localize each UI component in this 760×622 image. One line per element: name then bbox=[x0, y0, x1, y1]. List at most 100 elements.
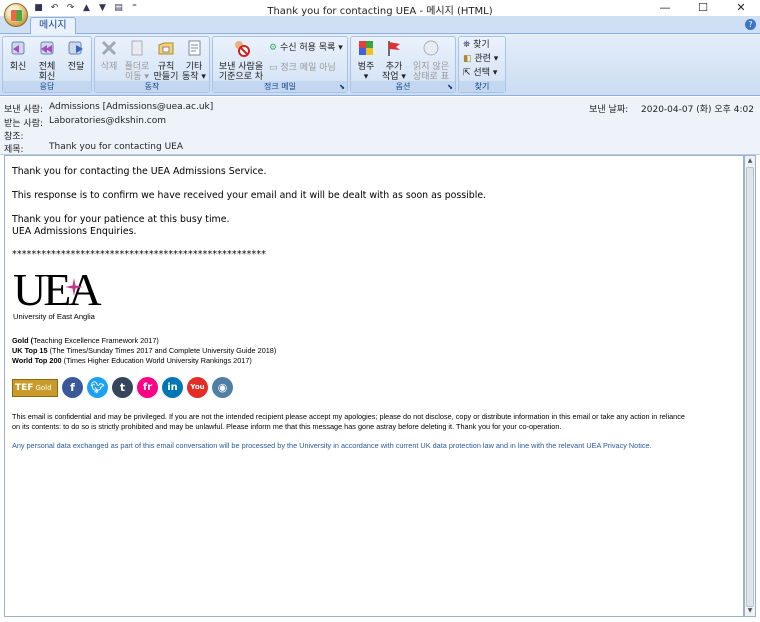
message-body[interactable]: Thank you for contacting the UEA Admissi… bbox=[4, 155, 744, 617]
select-cursor-icon: ⇱ bbox=[463, 68, 471, 78]
body-line-2: This response is to confirm we have rece… bbox=[12, 190, 487, 201]
move-folder-icon bbox=[131, 40, 143, 56]
related-button[interactable]: ◧ 관련 ▾ bbox=[463, 54, 498, 65]
maximize-button[interactable]: ☐ bbox=[684, 0, 722, 16]
body-line-1: Thank you for contacting the UEA Admissi… bbox=[12, 166, 267, 177]
ribbon-tab-bar: 메시지 ? bbox=[0, 16, 760, 34]
disclaimer-line-2: on its contents: to do so is strictly pr… bbox=[12, 422, 562, 431]
group-junk-label: 정크 메일 bbox=[213, 81, 347, 92]
move-to-folder-button[interactable]: 폴더로 이동 ▾ bbox=[123, 39, 151, 82]
office-logo-icon bbox=[11, 10, 22, 21]
forward-button[interactable]: 전달 bbox=[63, 39, 89, 72]
from-label: 보낸 사람: bbox=[4, 105, 44, 115]
sent-value: 2020-04-07 (화) 오후 4:02 bbox=[641, 105, 754, 115]
follow-up-button[interactable]: 추가 작업 ▾ bbox=[381, 39, 407, 82]
help-icon[interactable]: ? bbox=[745, 19, 756, 30]
scroll-thumb[interactable] bbox=[746, 167, 754, 607]
twitter-icon[interactable]: 🐦︎ bbox=[87, 377, 108, 398]
sent-label: 보낸 날짜: bbox=[589, 105, 629, 115]
related-label: 관련 ▾ bbox=[474, 54, 499, 64]
award-uk-rest: (The Times/Sunday Times 2017 and Complet… bbox=[47, 346, 277, 355]
instagram-icon[interactable]: ◉ bbox=[212, 377, 233, 398]
award-world: World Top 200 (Times Higher Education Wo… bbox=[12, 356, 252, 365]
group-options: 범주 ▾ 추가 작업 ▾ 읽지 않은 상태로 표시 옵션 ⬊ bbox=[350, 36, 456, 93]
award-uk: UK Top 15 (The Times/Sunday Times 2017 a… bbox=[12, 346, 276, 355]
group-respond: 회신 전체 회신 전달 응답 bbox=[2, 36, 92, 93]
body-line-4: UEA Admissions Enquiries. bbox=[12, 226, 137, 237]
body-line-3: Thank you for your patience at this busy… bbox=[12, 214, 230, 225]
forward-icon bbox=[68, 41, 83, 55]
not-junk-button[interactable]: ▭ 정크 메일 아님 bbox=[269, 63, 336, 74]
tumblr-icon[interactable]: t bbox=[112, 377, 133, 398]
reply-icon bbox=[11, 41, 25, 55]
options-dialog-launcher-icon[interactable]: ⬊ bbox=[447, 83, 453, 91]
categorize-button[interactable]: 범주 ▾ bbox=[353, 39, 379, 82]
close-button[interactable]: ✕ bbox=[722, 0, 760, 16]
separator-stars: ****************************************… bbox=[12, 249, 267, 260]
award-gold-bold: Gold ( bbox=[12, 336, 34, 345]
delete-label: 삭제 bbox=[100, 62, 118, 72]
tab-message[interactable]: 메시지 bbox=[30, 17, 76, 34]
unread-label-1: 읽지 않은 bbox=[413, 62, 449, 72]
privacy-notice: Any personal data exchanged as part of t… bbox=[12, 441, 652, 450]
group-actions: 삭제 폴더로 이동 ▾ 규칙 만들기 기타 동작 ▾ 동작 bbox=[94, 36, 210, 93]
social-links: TEF Gold f 🐦︎ t fr in You ◉ bbox=[12, 377, 233, 398]
create-rule-button[interactable]: 규칙 만들기 bbox=[153, 39, 179, 82]
delete-icon bbox=[101, 40, 117, 56]
safe-list-icon: ⚙ bbox=[269, 43, 278, 53]
select-button[interactable]: ⇱ 선택 ▾ bbox=[463, 68, 497, 79]
group-find: ⛯ 찾기 ◧ 관련 ▾ ⇱ 선택 ▾ 찾기 bbox=[458, 36, 506, 93]
disclaimer-line-1: This email is confidential and may be pr… bbox=[12, 412, 685, 421]
follow-up-label-1: 추가 bbox=[385, 62, 403, 72]
youtube-icon[interactable]: You bbox=[187, 377, 208, 398]
junk-dialog-launcher-icon[interactable]: ⬊ bbox=[339, 83, 345, 91]
group-respond-label: 응답 bbox=[3, 81, 91, 92]
related-icon: ◧ bbox=[463, 54, 472, 64]
minimize-button[interactable]: — bbox=[646, 0, 684, 16]
to-value[interactable]: Laboratories@dkshin.com bbox=[49, 116, 166, 126]
reply-button[interactable]: 회신 bbox=[5, 39, 31, 72]
categorize-label-1: 범주 bbox=[357, 62, 375, 72]
reply-label: 회신 bbox=[9, 62, 27, 72]
other-actions-icon bbox=[188, 40, 201, 56]
from-value[interactable]: Admissions [Admissions@uea.ac.uk] bbox=[49, 102, 213, 112]
group-options-label: 옵션 bbox=[351, 81, 455, 92]
group-junk: 보낸 사람을 기준으로 차단 ⚙ 수신 허용 목록 ▾ ▭ 정크 메일 아님 정… bbox=[212, 36, 348, 93]
mark-unread-icon bbox=[423, 40, 439, 56]
award-world-bold: World Top 200 bbox=[12, 356, 62, 365]
safe-list-button[interactable]: ⚙ 수신 허용 목록 ▾ bbox=[269, 43, 343, 54]
flickr-icon[interactable]: fr bbox=[137, 377, 158, 398]
facebook-icon[interactable]: f bbox=[62, 377, 83, 398]
subject-label: 제목: bbox=[4, 145, 24, 155]
not-junk-label: 정크 메일 아님 bbox=[280, 63, 336, 73]
tef-gold-label: Gold bbox=[35, 383, 52, 392]
vertical-scrollbar[interactable]: ▲ ▼ bbox=[744, 155, 756, 617]
title-bar: ■ ↶ ↷ ▲ ▼ ▤ ⁼ Thank you for contacting U… bbox=[0, 0, 760, 17]
linkedin-icon[interactable]: in bbox=[162, 377, 183, 398]
ribbon: 회신 전체 회신 전달 응답 삭제 폴더로 이동 ▾ 규칙 만들기 기타 동작 … bbox=[0, 34, 760, 96]
office-button[interactable] bbox=[4, 3, 28, 27]
categorize-icon bbox=[359, 41, 373, 55]
award-uk-bold: UK Top 15 bbox=[12, 346, 48, 355]
reply-all-icon bbox=[40, 41, 54, 55]
group-find-label: 찾기 bbox=[459, 81, 505, 92]
safe-list-label: 수신 허용 목록 ▾ bbox=[279, 43, 343, 53]
find-button[interactable]: ⛯ 찾기 bbox=[463, 40, 490, 51]
block-sender-icon bbox=[235, 41, 250, 57]
award-gold-rest: Teaching Excellence Framework 2017) bbox=[33, 336, 159, 345]
to-label: 받는 사람: bbox=[4, 119, 44, 129]
cc-label: 참조: bbox=[4, 132, 24, 142]
group-actions-label: 동작 bbox=[95, 81, 209, 92]
sent-date: 보낸 날짜: 2020-04-07 (화) 오후 4:02 bbox=[589, 102, 754, 115]
rules-label-1: 규칙 bbox=[157, 62, 175, 72]
binoculars-icon: ⛯ bbox=[463, 40, 471, 50]
message-header: 보낸 사람: Admissions [Admissions@uea.ac.uk]… bbox=[0, 97, 760, 155]
delete-button[interactable]: 삭제 bbox=[97, 39, 121, 72]
other-actions-button[interactable]: 기타 동작 ▾ bbox=[181, 39, 207, 82]
reply-all-label-1: 전체 bbox=[38, 62, 56, 72]
subject-value: Thank you for contacting UEA bbox=[49, 142, 184, 152]
scroll-down-icon[interactable]: ▼ bbox=[745, 606, 755, 616]
flag-icon bbox=[388, 41, 400, 56]
reply-all-button[interactable]: 전체 회신 bbox=[33, 39, 61, 82]
scroll-up-icon[interactable]: ▲ bbox=[745, 156, 755, 166]
